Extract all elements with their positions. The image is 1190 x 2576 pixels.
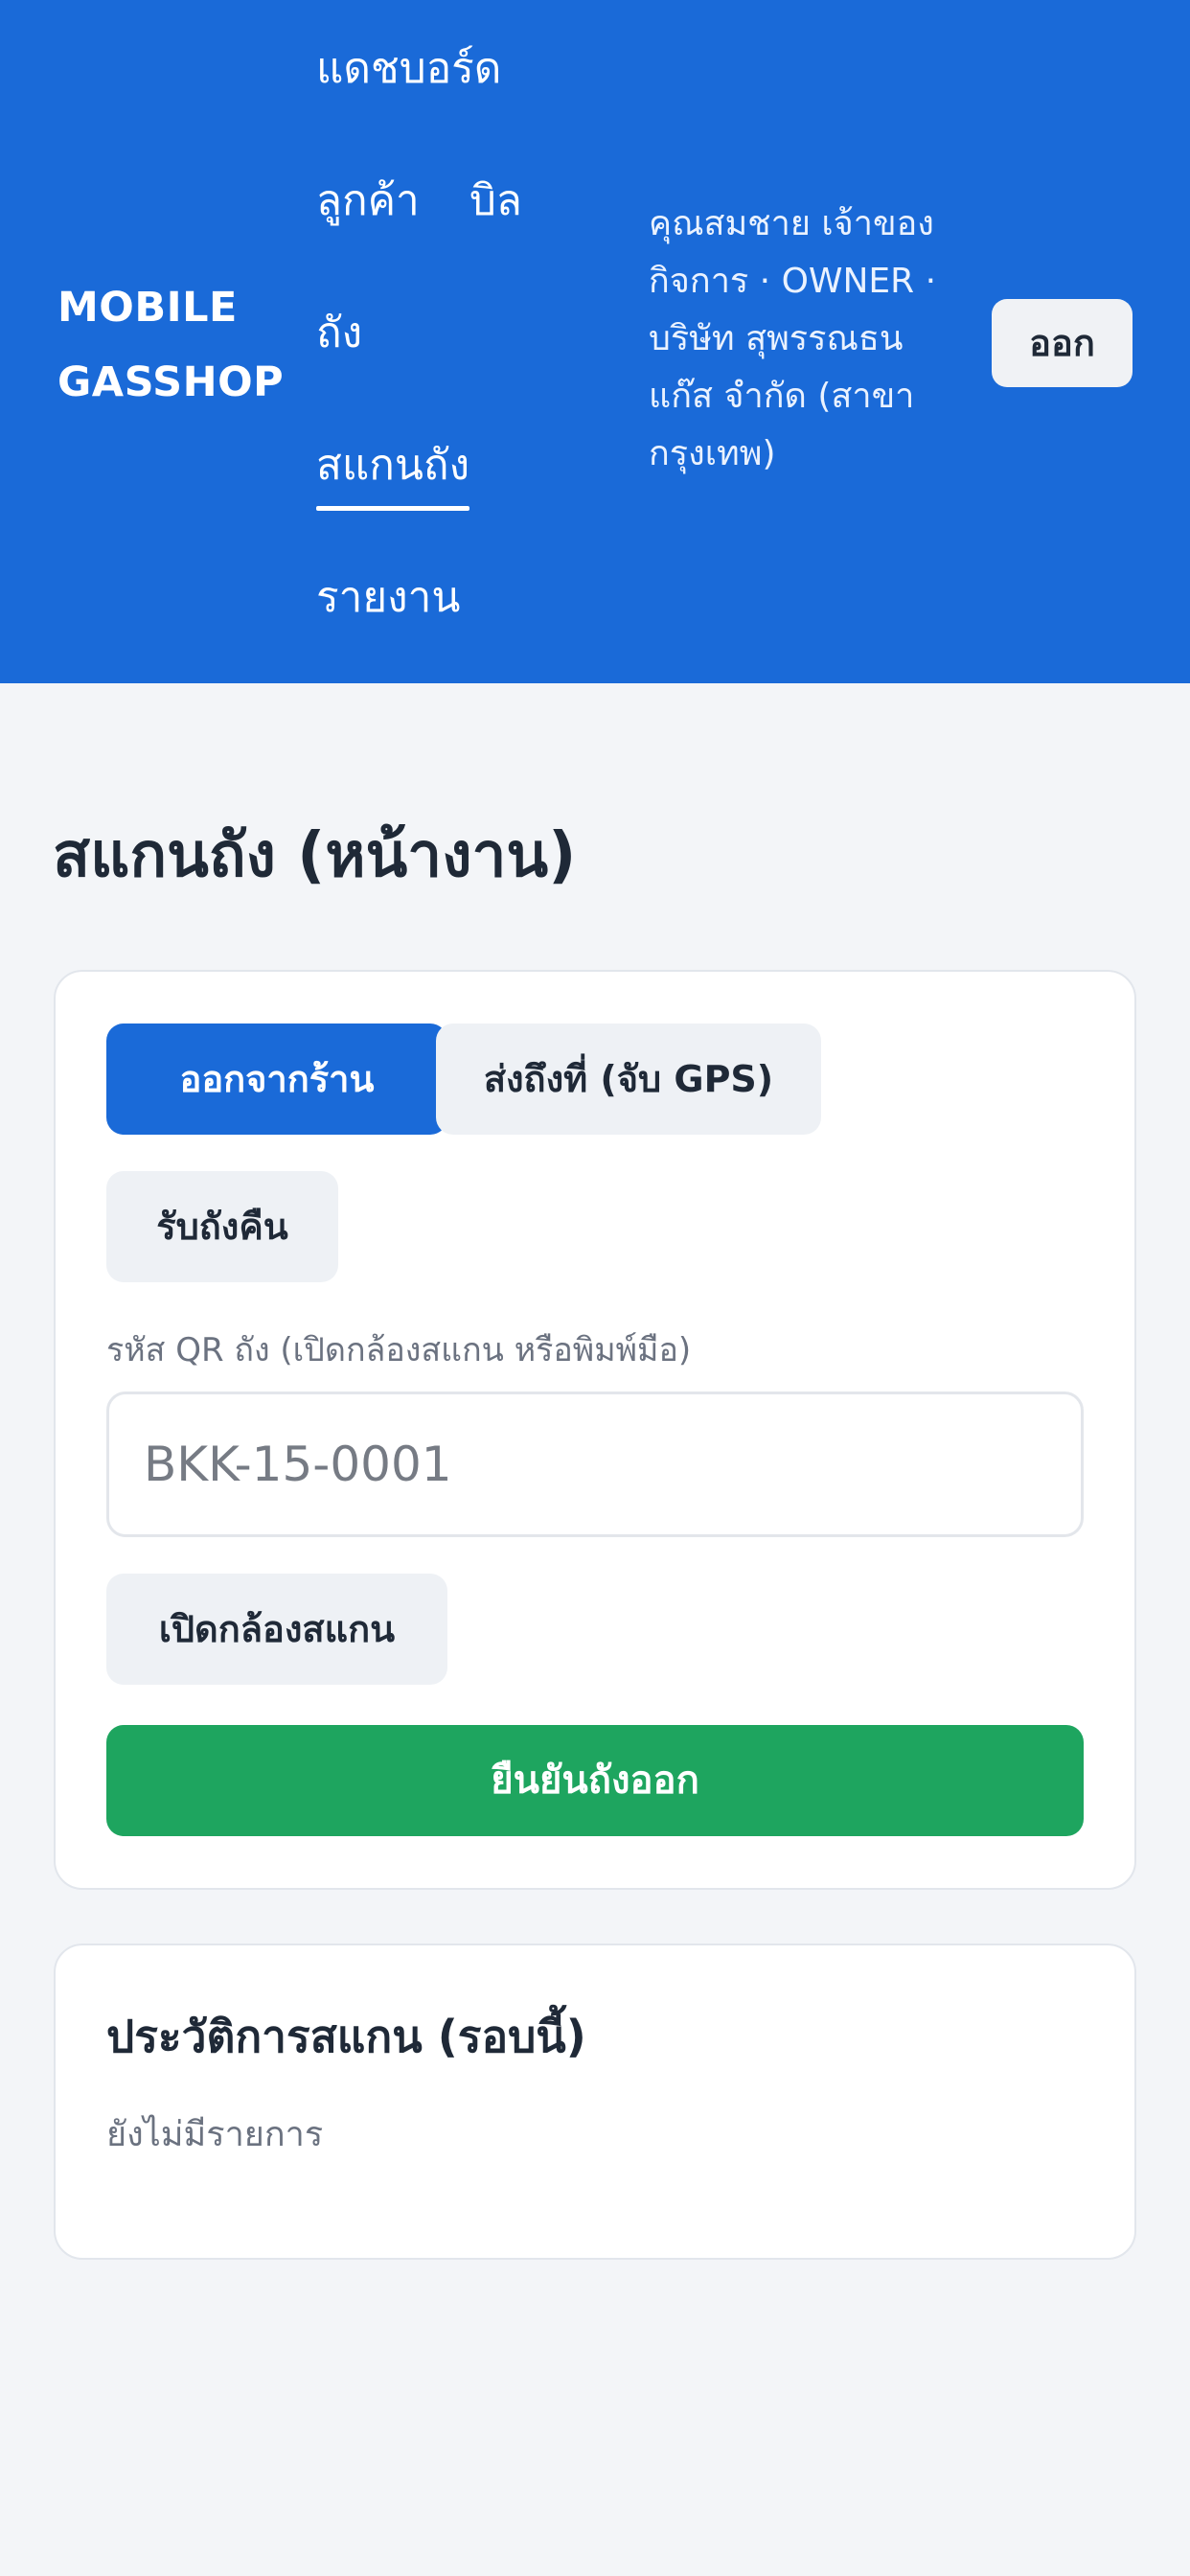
- nav-item-tanks[interactable]: ถัง: [316, 305, 362, 362]
- mode-leave-shop-button[interactable]: ออกจากร้าน: [106, 1024, 447, 1135]
- user-info: คุณสมชาย เจ้าของกิจการ · OWNER · บริษัท …: [649, 204, 937, 473]
- nav-item-customers[interactable]: ลูกค้า: [316, 172, 420, 230]
- mode-deliver-gps-button[interactable]: ส่งถึงที่ (จับ GPS): [436, 1024, 821, 1135]
- top-header: MOBILE GASSHOP แดชบอร์ด ลูกค้า บิล ถัง ส…: [0, 0, 1190, 683]
- nav-item-dashboard[interactable]: แดชบอร์ด: [316, 40, 501, 98]
- nav-item-reports[interactable]: รายงาน: [316, 569, 460, 627]
- qr-code-label: รหัส QR ถัง (เปิดกล้องสแกน หรือพิมพ์มือ): [106, 1331, 692, 1369]
- confirm-tank-out-button[interactable]: ยืนยันถังออก: [106, 1725, 1084, 1836]
- brand-logo[interactable]: MOBILE GASSHOP: [57, 270, 287, 420]
- scan-card: ออกจากร้าน ส่งถึงที่ (จับ GPS) รับถังคืน…: [54, 970, 1136, 1890]
- scan-history-title: ประวัติการสแกน (รอบนี้): [106, 2011, 586, 2062]
- scan-history-empty: ยังไม่มีรายการ: [106, 2115, 324, 2154]
- brand-line-1: MOBILE: [57, 284, 238, 332]
- page-title: สแกนถัง (หน้างาน): [53, 820, 577, 891]
- logout-button[interactable]: ออก: [992, 299, 1133, 387]
- scan-history-card: ประวัติการสแกน (รอบนี้) ยังไม่มีรายการ: [54, 1944, 1136, 2260]
- nav-item-scan-tanks[interactable]: สแกนถัง: [316, 437, 470, 511]
- open-camera-button[interactable]: เปิดกล้องสแกน: [106, 1574, 447, 1685]
- mode-receive-return-button[interactable]: รับถังคืน: [106, 1171, 338, 1282]
- qr-code-input[interactable]: [106, 1392, 1084, 1537]
- brand-line-2: GASSHOP: [57, 358, 285, 406]
- nav-item-bills[interactable]: บิล: [469, 172, 522, 230]
